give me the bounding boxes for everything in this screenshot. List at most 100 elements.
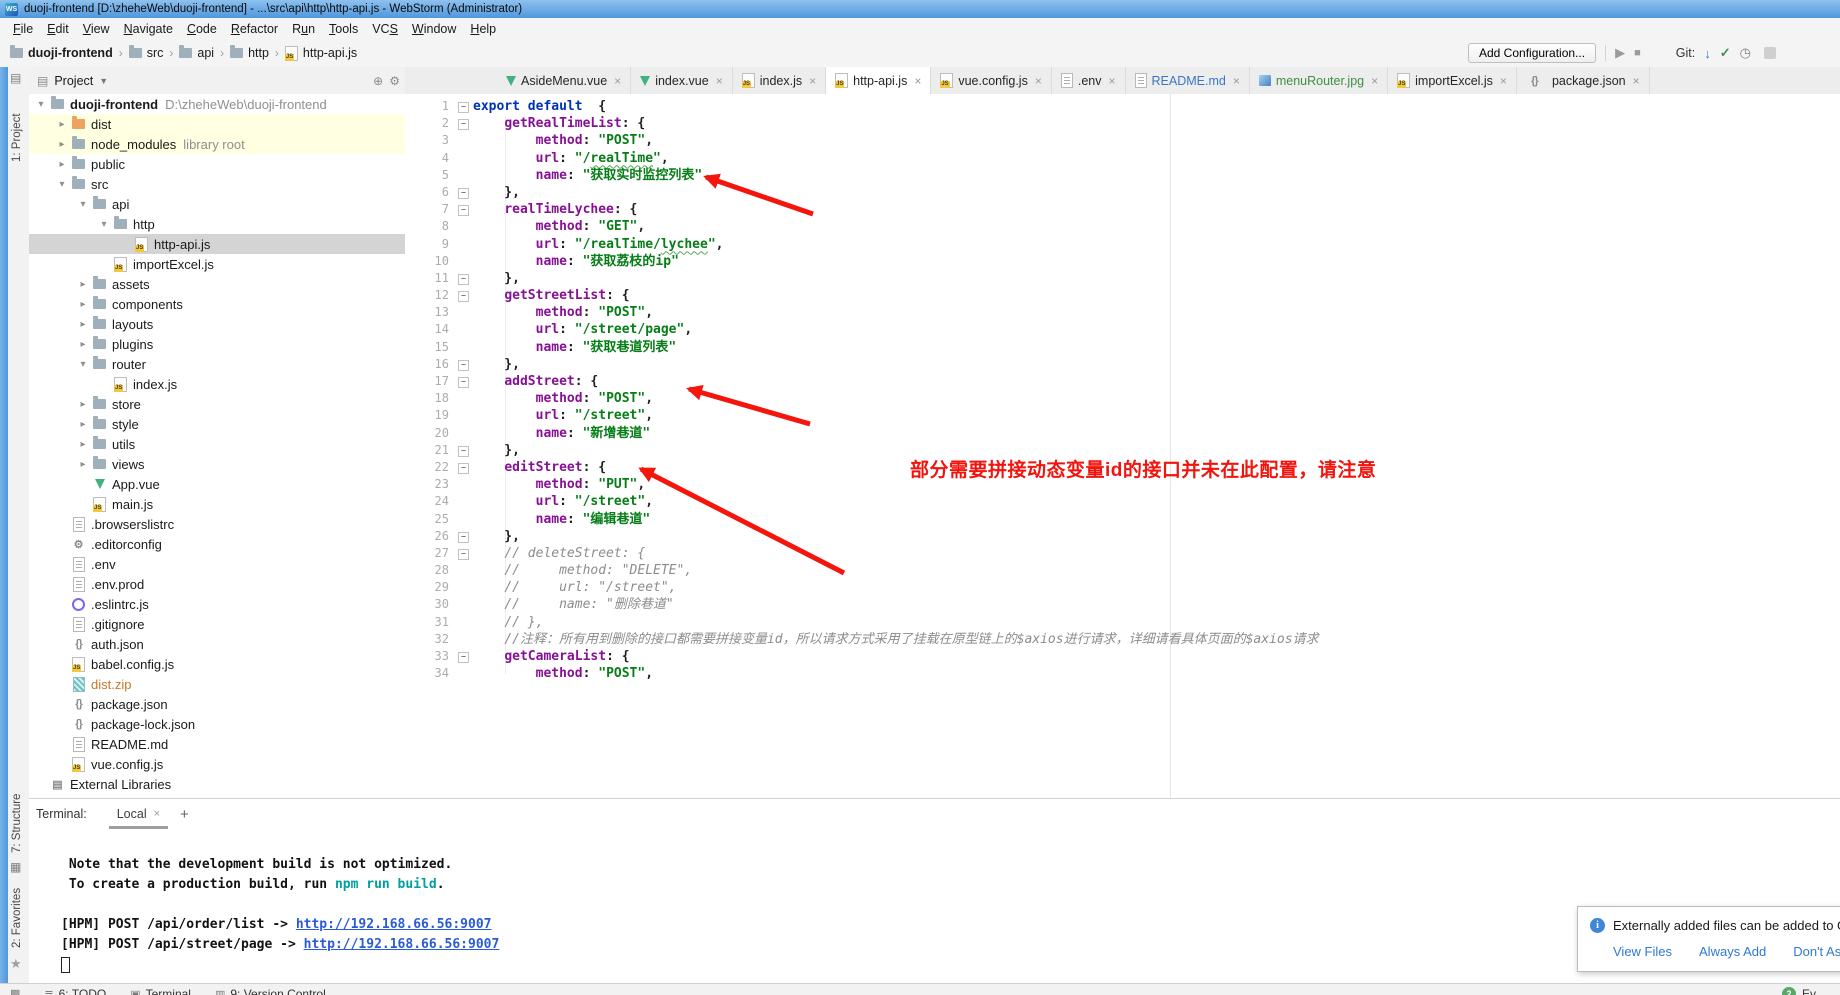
chevron-down-icon[interactable]: ▼ xyxy=(99,76,108,86)
chevron-right-icon[interactable]: ▸ xyxy=(75,299,91,310)
tree-item-src[interactable]: ▾src xyxy=(29,174,405,194)
event-log[interactable]: 2 Ev xyxy=(1782,987,1816,995)
menu-view[interactable]: View xyxy=(76,20,117,38)
tree-item-store[interactable]: ▸store xyxy=(29,394,405,414)
tree-item-App.vue[interactable]: App.vue xyxy=(29,474,405,494)
tree-item-main.js[interactable]: main.js xyxy=(29,494,405,514)
tree-item-router[interactable]: ▾router xyxy=(29,354,405,374)
terminal-link[interactable]: http://192.168.66.56:9007 xyxy=(296,917,492,932)
always-add-link[interactable]: Always Add xyxy=(1699,944,1766,959)
tab-importExcel.js[interactable]: importExcel.js× xyxy=(1388,67,1517,94)
statusbar-grid-icon[interactable]: ▩ xyxy=(10,987,20,995)
tree-item-plugins[interactable]: ▸plugins xyxy=(29,334,405,354)
tree-item-.editorconfig[interactable]: ⚙.editorconfig xyxy=(29,534,405,554)
title-bar[interactable]: WS duoji-frontend [D:\zheheWeb\duoji-fro… xyxy=(0,0,1840,18)
chevron-down-icon[interactable]: ▾ xyxy=(54,179,70,190)
tree-item-package.json[interactable]: {}package.json xyxy=(29,694,405,714)
tree-item-dist[interactable]: ▸dist xyxy=(29,114,405,134)
code-editor[interactable]: 1export default {2 getRealTimeList: {3 m… xyxy=(405,94,1840,798)
chevron-right-icon[interactable]: ▸ xyxy=(75,279,91,290)
tree-item-package-lock.json[interactable]: {}package-lock.json xyxy=(29,714,405,734)
menu-file[interactable]: File xyxy=(6,20,40,38)
tree-item-README.md[interactable]: README.md xyxy=(29,734,405,754)
project-panel-header[interactable]: ▤ Project ▼ ⊕ ⚙ − xyxy=(29,67,422,95)
tree-item-External Libraries[interactable]: ▤External Libraries xyxy=(29,774,405,794)
chevron-right-icon[interactable]: ▸ xyxy=(54,159,70,170)
tree-item-http[interactable]: ▾http xyxy=(29,214,405,234)
chevron-right-icon[interactable]: ▸ xyxy=(54,139,70,150)
stop-icon[interactable]: ■ xyxy=(1634,47,1641,59)
tree-item-index.js[interactable]: index.js xyxy=(29,374,405,394)
tab-.env[interactable]: .env× xyxy=(1052,67,1126,94)
tree-item-http-api.js[interactable]: http-api.js xyxy=(29,234,405,254)
tree-item-importExcel.js[interactable]: importExcel.js xyxy=(29,254,405,274)
close-tab-icon[interactable]: × xyxy=(1371,74,1378,88)
chevron-right-icon[interactable]: ▸ xyxy=(75,319,91,330)
tree-item-.gitignore[interactable]: .gitignore xyxy=(29,614,405,634)
status-terminal[interactable]: ▣Terminal xyxy=(130,987,191,995)
toolwindow-project-label[interactable]: 1: Project xyxy=(11,113,23,162)
run-icon[interactable]: ▶ xyxy=(1615,45,1625,61)
tab-package.json[interactable]: {}package.json× xyxy=(1517,67,1650,94)
chevron-right-icon[interactable]: ▸ xyxy=(75,399,91,410)
menu-refactor[interactable]: Refactor xyxy=(224,20,285,38)
locate-file-icon[interactable]: ⊕ xyxy=(373,74,383,88)
tree-item-duoji-frontend[interactable]: ▾duoji-frontendD:\zheheWeb\duoji-fronten… xyxy=(29,94,405,114)
status-9-version-control[interactable]: ▥9: Version Control xyxy=(215,987,326,995)
breadcrumb-duoji-frontend[interactable]: duoji-frontend xyxy=(10,46,113,60)
close-tab-icon[interactable]: × xyxy=(716,74,723,88)
tree-item-dist.zip[interactable]: dist.zip xyxy=(29,674,405,694)
chevron-right-icon[interactable]: ▸ xyxy=(75,419,91,430)
view-files-link[interactable]: View Files xyxy=(1613,944,1672,959)
chevron-right-icon[interactable]: ▸ xyxy=(75,459,91,470)
close-tab-icon[interactable]: × xyxy=(1500,74,1507,88)
toolwindow-structure-label[interactable]: 7: Structure xyxy=(11,794,23,853)
close-tab-icon[interactable]: × xyxy=(1035,74,1042,88)
menu-window[interactable]: Window xyxy=(405,20,463,38)
breadcrumb-api[interactable]: api xyxy=(179,46,214,60)
project-toolwindow-icon[interactable]: ▤ xyxy=(10,71,21,85)
tree-item-.env[interactable]: .env xyxy=(29,554,405,574)
tree-item-assets[interactable]: ▸assets xyxy=(29,274,405,294)
chevron-down-icon[interactable]: ▾ xyxy=(75,359,91,370)
chevron-right-icon[interactable]: ▸ xyxy=(75,339,91,350)
menu-run[interactable]: Run xyxy=(285,20,322,38)
menu-help[interactable]: Help xyxy=(463,20,503,38)
chevron-down-icon[interactable]: ▾ xyxy=(33,99,49,110)
structure-toolwindow-icon[interactable]: ▦ xyxy=(10,860,21,874)
tree-item-layouts[interactable]: ▸layouts xyxy=(29,314,405,334)
tree-item-components[interactable]: ▸components xyxy=(29,294,405,314)
tree-item-.eslintrc.js[interactable]: .eslintrc.js xyxy=(29,594,405,614)
new-terminal-session-icon[interactable]: + xyxy=(180,806,189,823)
tab-menuRouter.jpg[interactable]: menuRouter.jpg× xyxy=(1250,67,1388,94)
tree-item-node_modules[interactable]: ▸node_moduleslibrary root xyxy=(29,134,405,154)
close-tab-icon[interactable]: × xyxy=(1233,74,1240,88)
menu-navigate[interactable]: Navigate xyxy=(117,20,180,38)
add-configuration-button[interactable]: Add Configuration... xyxy=(1468,43,1596,63)
menu-code[interactable]: Code xyxy=(180,20,224,38)
breadcrumb-src[interactable]: src xyxy=(129,46,164,60)
tree-item-public[interactable]: ▸public xyxy=(29,154,405,174)
tab-AsideMenu.vue[interactable]: AsideMenu.vue× xyxy=(497,67,631,94)
close-terminal-icon[interactable]: × xyxy=(154,808,160,820)
tree-item-.env.prod[interactable]: .env.prod xyxy=(29,574,405,594)
update-project-icon[interactable]: ↓ xyxy=(1704,46,1711,61)
close-tab-icon[interactable]: × xyxy=(809,74,816,88)
tree-item-views[interactable]: ▸views xyxy=(29,454,405,474)
tree-item-api[interactable]: ▾api xyxy=(29,194,405,214)
settings-gear-icon[interactable]: ⚙ xyxy=(389,74,400,88)
close-tab-icon[interactable]: × xyxy=(914,74,921,88)
close-tab-icon[interactable]: × xyxy=(614,74,621,88)
chevron-down-icon[interactable]: ▾ xyxy=(75,199,91,210)
menu-vcs[interactable]: VCS xyxy=(365,20,405,38)
tab-http-api.js[interactable]: http-api.js× xyxy=(826,67,931,94)
menu-tools[interactable]: Tools xyxy=(322,20,365,38)
tab-index.vue[interactable]: index.vue× xyxy=(631,67,733,94)
clipped-toolbar-icon[interactable] xyxy=(1764,47,1776,59)
tab-vue.config.js[interactable]: vue.config.js× xyxy=(931,67,1052,94)
commit-icon[interactable]: ✓ xyxy=(1720,45,1731,61)
status-6-todo[interactable]: ≣6: TODO xyxy=(44,987,106,995)
tree-item-vue.config.js[interactable]: vue.config.js xyxy=(29,754,405,774)
history-icon[interactable]: ◷ xyxy=(1740,45,1751,61)
tab-README.md[interactable]: README.md× xyxy=(1126,67,1250,94)
